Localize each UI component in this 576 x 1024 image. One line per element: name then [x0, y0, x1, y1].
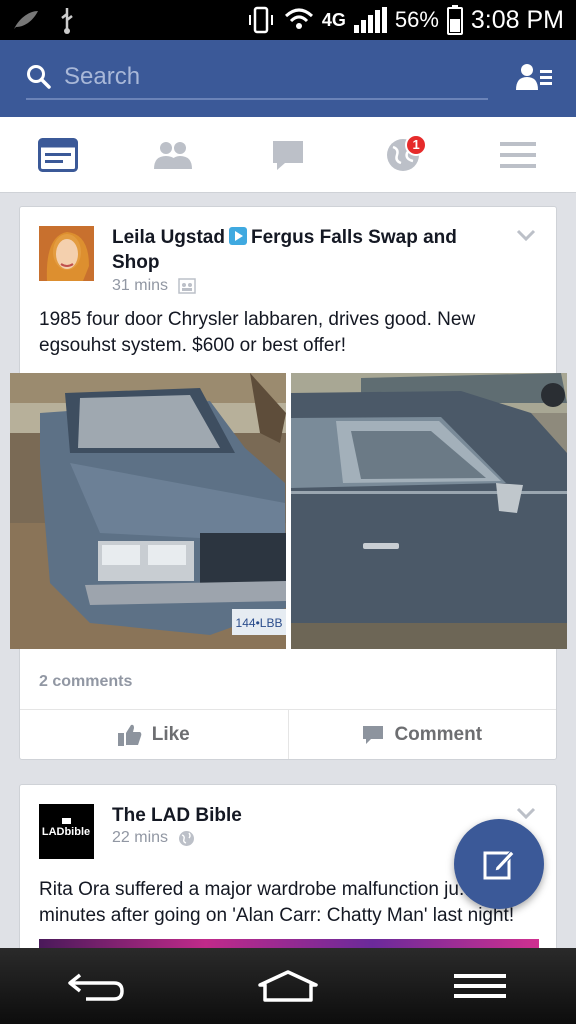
- compose-post-button[interactable]: [454, 819, 544, 909]
- public-globe-icon: [179, 830, 195, 846]
- avatar[interactable]: [39, 226, 94, 281]
- android-nav-bar: [0, 948, 576, 1024]
- network-type: 4G: [321, 9, 346, 30]
- license-plate-text: 144•LBB: [236, 616, 283, 630]
- like-button[interactable]: Like: [20, 710, 288, 759]
- chevron-down-icon[interactable]: [516, 807, 536, 819]
- chat-bubble-icon: [272, 140, 303, 170]
- wifi-icon: [284, 8, 313, 29]
- search-bar[interactable]: [26, 56, 488, 100]
- chevron-down-icon[interactable]: [516, 229, 536, 241]
- feed-post: Leila Ugstad Fergus Falls Swap and Shop 3…: [10, 206, 567, 760]
- tab-friend-requests[interactable]: [143, 130, 203, 180]
- home-button[interactable]: [248, 961, 328, 1011]
- tab-news-feed[interactable]: [28, 130, 88, 180]
- menu-icon: [454, 974, 506, 998]
- battery-percent: 56%: [394, 7, 439, 32]
- group-privacy-icon: [178, 278, 196, 294]
- post-photo[interactable]: 144•LBB: [10, 373, 286, 649]
- author-name[interactable]: The LAD Bible: [112, 805, 242, 826]
- home-icon: [258, 970, 318, 1002]
- post-actions: Like Comment: [20, 709, 556, 759]
- search-input[interactable]: [64, 63, 464, 91]
- usb-icon: [61, 8, 73, 34]
- vibrate-icon: [248, 6, 273, 34]
- like-label: Like: [151, 723, 190, 745]
- tab-messages[interactable]: [258, 130, 318, 180]
- signal-strength-icon: [353, 7, 387, 33]
- avatar-text: LADbible: [42, 826, 90, 838]
- battery-icon: [446, 5, 463, 35]
- feather-icon: [14, 11, 38, 29]
- tab-bar: 1: [0, 117, 576, 193]
- post-header: Leila Ugstad Fergus Falls Swap and Shop: [112, 225, 492, 275]
- back-button[interactable]: [56, 961, 136, 1011]
- clock: 3:08 PM: [470, 5, 564, 34]
- shared-to-arrow-icon: [228, 227, 247, 245]
- tab-more[interactable]: [488, 130, 548, 180]
- post-meta: 31 mins: [112, 277, 196, 295]
- comments-count[interactable]: 2 comments: [39, 673, 132, 691]
- app-header: [0, 40, 576, 117]
- menu-button[interactable]: [440, 961, 520, 1011]
- tab-notifications[interactable]: 1: [373, 130, 433, 180]
- thumbs-up-icon: [117, 724, 142, 746]
- comment-button[interactable]: Comment: [287, 710, 557, 759]
- search-icon: [27, 65, 51, 89]
- friends-icon: [153, 141, 192, 169]
- post-photo[interactable]: [291, 373, 567, 649]
- post-header: The LAD Bible: [112, 803, 492, 828]
- post-time[interactable]: 31 mins: [112, 277, 168, 295]
- post-time[interactable]: 22 mins: [112, 829, 168, 847]
- author-name[interactable]: Leila Ugstad: [112, 227, 225, 248]
- comment-bubble-icon: [363, 725, 384, 744]
- status-bar: 4G 56% 3:08 PM: [0, 0, 576, 40]
- news-feed-icon: [37, 137, 78, 172]
- compose-icon: [483, 850, 515, 880]
- avatar[interactable]: LADbible: [39, 804, 94, 859]
- friends-list-icon[interactable]: [516, 62, 552, 92]
- post-meta: 22 mins: [112, 829, 195, 847]
- comment-label: Comment: [394, 723, 483, 745]
- back-arrow-icon: [68, 973, 124, 1001]
- post-text: 1985 four door Chrysler labbaren, drives…: [39, 309, 476, 356]
- hamburger-menu-icon: [500, 141, 537, 168]
- notification-badge: 1: [405, 133, 428, 156]
